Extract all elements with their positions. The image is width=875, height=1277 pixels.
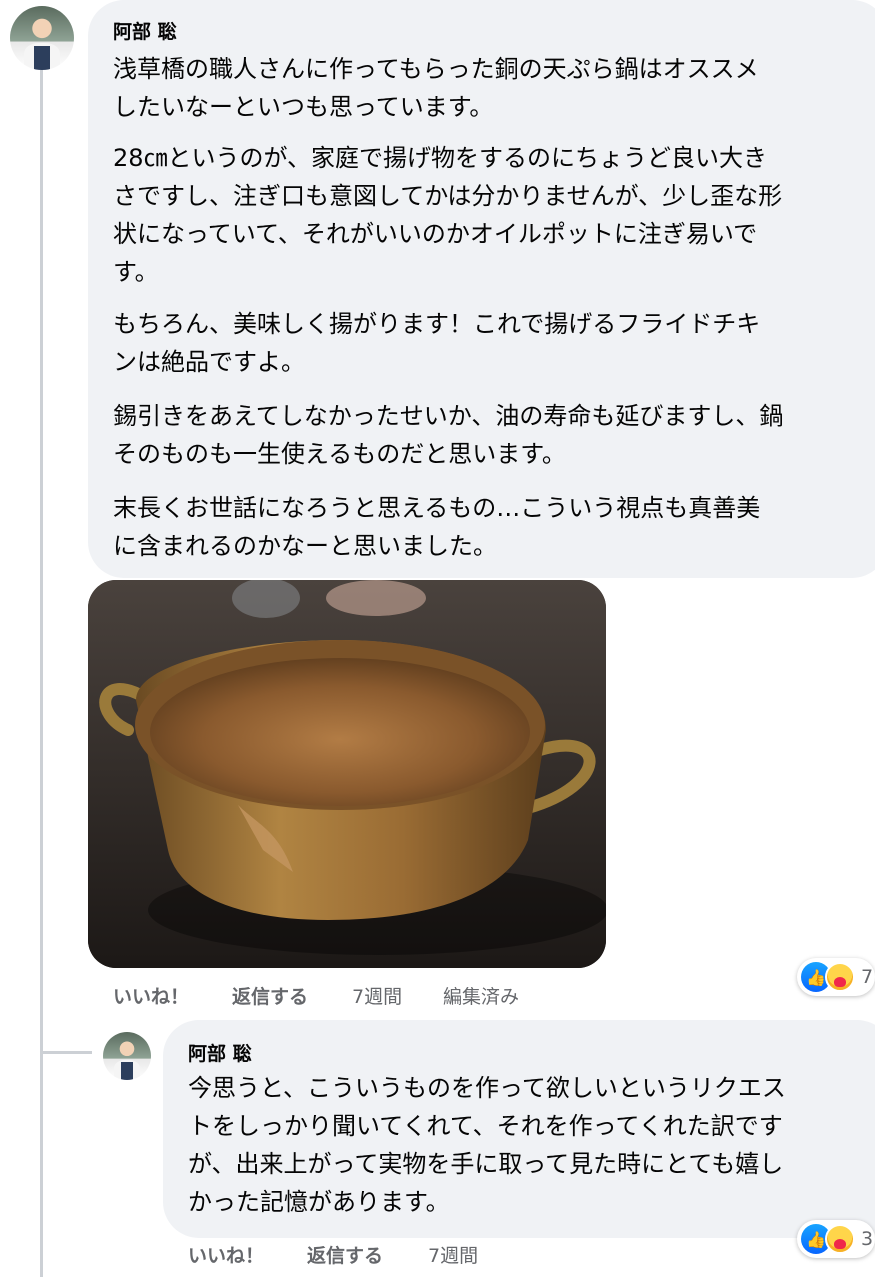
comment-paragraph: 浅草橋の職人さんに作ってもらった銅の天ぷら鍋はオススメ したいなーといつも思って… [113,55,759,121]
reply-actions: いいね！ 返信する 7週間 [0,1241,875,1271]
pot-interior [150,658,530,806]
thread-line-branch [40,1051,92,1054]
reply-text: 今思うと、こういうものを作って欲しいというリクエス トをしっかり聞いてくれて、そ… [188,1074,786,1216]
care-icon [825,962,855,992]
reply-reaction-summary[interactable]: 👍 3 [797,1220,875,1258]
reaction-count: 3 [861,1228,874,1250]
edited-label[interactable]: 編集済み [443,982,519,1009]
reaction-count: 7 [861,966,874,988]
copper-pot-illustration [88,580,606,968]
comment-paragraph: 錫引きをあえてしなかったせいか、油の寿命も延びますし、鍋 そのものも一生使えるも… [113,402,784,468]
avatar[interactable] [10,6,74,70]
comment-actions: いいね！ 返信する 7週間 編集済み [0,982,875,1012]
comment-author[interactable]: 阿部 聡 [113,17,177,44]
reply-avatar[interactable] [103,1032,151,1080]
thread-line-vertical [40,68,43,1277]
reply-link[interactable]: 返信する [307,1241,383,1268]
timestamp[interactable]: 7週間 [352,982,402,1009]
copper-pot-photo[interactable] [88,580,606,968]
like-link[interactable]: いいね！ [113,982,189,1009]
glass-right [326,580,426,616]
care-icon [825,1224,855,1254]
reply-link[interactable]: 返信する [232,982,308,1009]
avatar-apron [34,45,50,70]
reaction-summary[interactable]: 👍 7 [797,958,875,996]
comment-paragraph: もちろん、美味しく揚がります！これで揚げるフライドチキ ンは絶品ですよ。 [113,310,761,376]
reply-author[interactable]: 阿部 聡 [188,1039,252,1066]
avatar-apron [121,1061,133,1080]
like-link[interactable]: いいね！ [188,1241,264,1268]
timestamp[interactable]: 7週間 [428,1241,478,1268]
comment-paragraph: 28㎝というのが、家庭で揚げ物をするのにちょうど良い大き さですし、注ぎ口も意図… [113,144,783,286]
comment-paragraph: 末長くお世話になろうと思えるもの…こういう視点も真善美 に含まれるのかなーと思い… [113,494,761,560]
